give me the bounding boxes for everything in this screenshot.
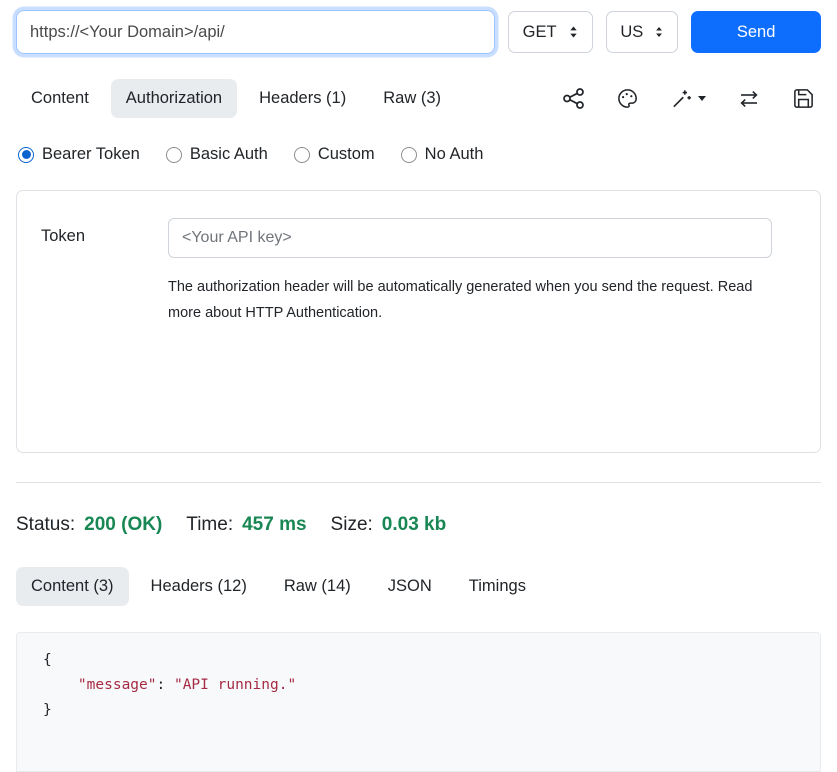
tab-response-raw[interactable]: Raw (14) (269, 567, 366, 606)
token-input[interactable] (168, 218, 772, 258)
auth-option-custom[interactable]: Custom (294, 145, 375, 164)
help-text-suffix: . (378, 305, 382, 321)
method-select[interactable]: GET (508, 11, 593, 53)
swap-button[interactable] (737, 87, 761, 111)
json-string-value: "API running." (174, 677, 296, 693)
auth-option-label: Bearer Token (42, 145, 140, 164)
auth-option-label: No Auth (425, 145, 484, 164)
radio-unchecked-icon (166, 147, 182, 163)
theme-button[interactable] (616, 87, 639, 110)
size-label: Size: (331, 514, 373, 536)
response-tabs-row: Content (3) Headers (12) Raw (14) JSON T… (16, 567, 821, 606)
json-punctuation: { (43, 652, 52, 668)
bearer-token-panel: Token The authorization header will be a… (16, 190, 821, 453)
time-label: Time: (186, 514, 233, 536)
time-value: 457 ms (242, 514, 306, 536)
tab-authorization[interactable]: Authorization (111, 79, 237, 118)
magic-wand-icon (670, 87, 693, 110)
json-punctuation: : (157, 677, 174, 693)
save-button[interactable] (792, 87, 815, 110)
tab-content[interactable]: Content (16, 79, 104, 118)
auth-option-no-auth[interactable]: No Auth (401, 145, 484, 164)
toolbar (562, 87, 821, 111)
auth-option-label: Basic Auth (190, 145, 268, 164)
json-key: "message" (43, 677, 157, 693)
divider (16, 482, 821, 483)
tab-response-headers[interactable]: Headers (12) (136, 567, 262, 606)
response-status-row: Status: 200 (OK) Time: 457 ms Size: 0.03… (16, 514, 821, 536)
chevron-down-icon (698, 96, 706, 101)
json-punctuation: } (43, 702, 52, 718)
radio-unchecked-icon (401, 147, 417, 163)
palette-icon (616, 87, 639, 110)
response-body-line: "message": "API running." (43, 673, 794, 698)
auth-type-options: Bearer Token Basic Auth Custom No Auth (16, 145, 821, 164)
auth-option-basic-auth[interactable]: Basic Auth (166, 145, 268, 164)
swap-arrows-icon (737, 87, 761, 111)
radio-unchecked-icon (294, 147, 310, 163)
save-icon (792, 87, 815, 110)
send-button[interactable]: Send (691, 11, 821, 53)
auth-option-label: Custom (318, 145, 375, 164)
request-bar: GET US Send (16, 10, 821, 54)
response-body-line: { (43, 648, 794, 673)
response-body: { "message": "API running." } (16, 632, 821, 772)
request-tabs-row: Content Authorization Headers (1) Raw (3… (16, 79, 821, 118)
method-select-value: GET (523, 23, 557, 42)
share-button[interactable] (562, 87, 585, 110)
status-value: 200 (OK) (84, 514, 162, 536)
api-client-page: GET US Send Content Authorization Header… (0, 0, 837, 772)
tab-response-content[interactable]: Content (3) (16, 567, 129, 606)
response-body-line: } (43, 698, 794, 723)
radio-checked-icon (18, 147, 34, 163)
token-field-area: The authorization header will be automat… (168, 218, 772, 425)
http-authentication-link[interactable]: HTTP Authentication (245, 305, 378, 321)
select-arrows-icon (654, 25, 664, 39)
share-icon (562, 87, 585, 110)
select-arrows-icon (568, 25, 579, 39)
tab-response-timings[interactable]: Timings (454, 567, 541, 606)
token-help-text: The authorization header will be automat… (168, 275, 753, 327)
tab-headers[interactable]: Headers (1) (244, 79, 361, 118)
token-label: Token (41, 218, 168, 425)
region-select-value: US (620, 23, 643, 42)
tab-raw[interactable]: Raw (3) (368, 79, 456, 118)
tab-response-json[interactable]: JSON (373, 567, 447, 606)
region-select[interactable]: US (606, 11, 678, 53)
size-value: 0.03 kb (382, 514, 446, 536)
auth-option-bearer-token[interactable]: Bearer Token (18, 145, 140, 164)
url-input[interactable] (16, 10, 495, 54)
status-label: Status: (16, 514, 75, 536)
magic-wand-button[interactable] (670, 87, 706, 110)
